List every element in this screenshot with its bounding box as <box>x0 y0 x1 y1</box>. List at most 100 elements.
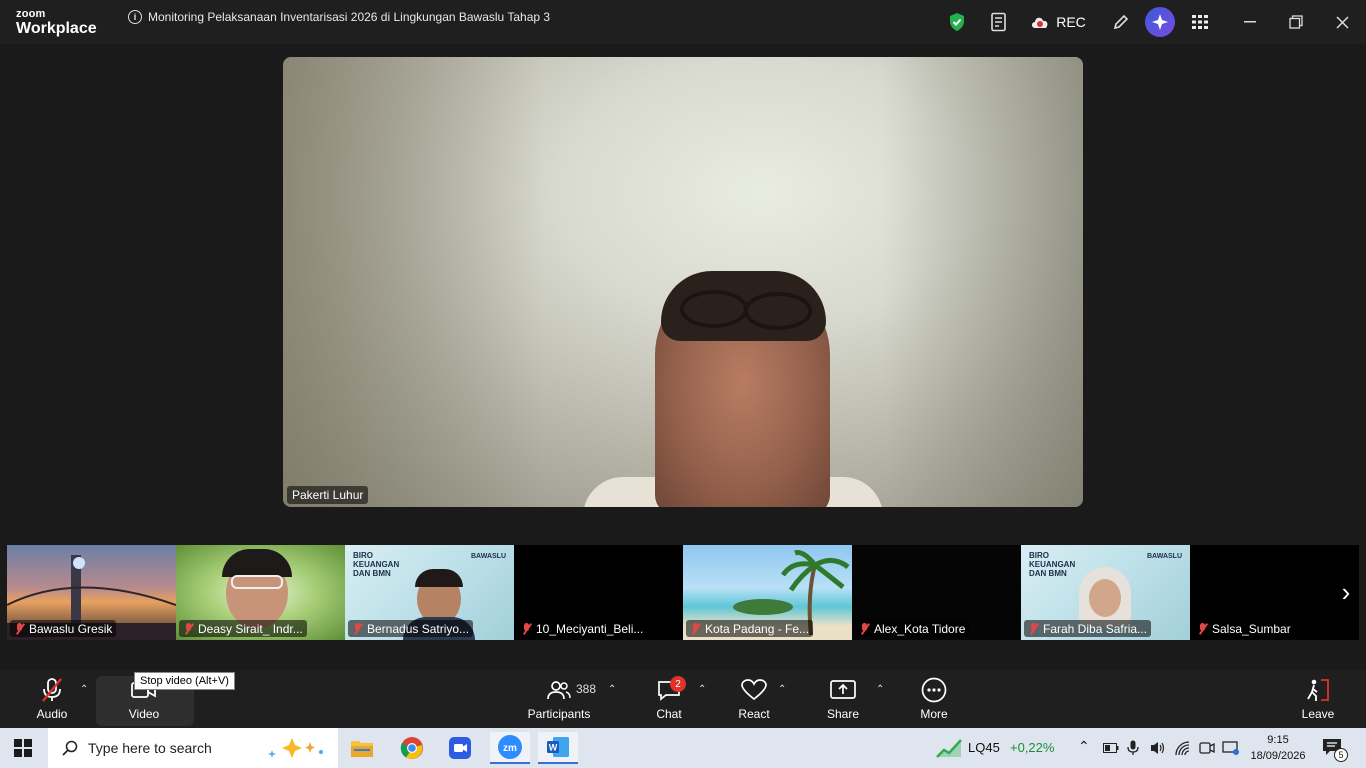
participant-name: Bernadus Satriyo... <box>367 621 470 636</box>
bawaslu-logo: BAWASLU <box>471 553 506 560</box>
participant-tile[interactable]: Bawaslu Gresik <box>7 545 176 640</box>
stock-name[interactable]: LQ45 <box>968 740 1000 755</box>
gallery-next-arrow-icon[interactable]: › <box>1333 545 1359 640</box>
participant-label: 10_Meciyanti_Beli... <box>517 620 648 637</box>
participant-hair <box>415 569 463 587</box>
participant-tile[interactable]: Deasy Sirait_ Indr... <box>176 545 345 640</box>
windows-start-icon[interactable] <box>14 739 32 757</box>
close-icon[interactable] <box>1330 0 1354 44</box>
clock-date: 18/09/2026 <box>1250 750 1306 762</box>
participant-tile[interactable]: Kota Padang - Fe... <box>683 545 852 640</box>
participant-name: Salsa_Sumbar <box>1212 621 1291 636</box>
leave-button[interactable]: Leave <box>1298 670 1338 728</box>
participant-tile[interactable]: BIRO KEUANGAN DAN BMN BAWASLU Bernadus Sat… <box>345 545 514 640</box>
chat-options-caret-icon[interactable]: ⌃ <box>698 684 706 695</box>
notification-center-icon[interactable]: 5 <box>1322 738 1348 762</box>
audio-button[interactable]: Audio <box>32 670 72 728</box>
active-speaker-video[interactable]: Pakerti Luhur <box>283 57 1083 507</box>
chat-label: Chat <box>656 707 682 721</box>
zoom-app-icon[interactable]: zm <box>490 732 530 764</box>
sparkle-icon <box>1145 7 1175 37</box>
security-shield-icon[interactable] <box>944 0 970 44</box>
more-dots-icon <box>920 676 948 704</box>
share-button[interactable]: Share <box>824 670 862 728</box>
record-cloud-button[interactable]: REC <box>1030 0 1086 44</box>
biro-keuangan-text: BIRO KEUANGAN DAN BMN <box>353 551 400 578</box>
meet-now-icon[interactable] <box>1199 740 1215 756</box>
share-options-caret-icon[interactable]: ⌃ <box>876 684 884 695</box>
display-settings-icon[interactable] <box>1222 740 1240 756</box>
participants-options-caret-icon[interactable]: ⌃ <box>608 684 616 695</box>
video-tooltip: Stop video (Alt+V) <box>134 672 235 690</box>
file-explorer-icon[interactable] <box>342 732 382 764</box>
participant-tile[interactable]: Salsa_Sumbar › <box>1190 545 1359 640</box>
taskbar-search-box[interactable]: Type here to search <box>48 728 338 768</box>
info-icon[interactable]: i <box>128 10 142 24</box>
participant-label: Bernadus Satriyo... <box>348 620 474 637</box>
participant-tile[interactable]: 10_Meciyanti_Beli... <box>514 545 683 640</box>
zoom-logo: zoom Workplace <box>16 9 97 37</box>
mic-muted-icon <box>859 622 870 635</box>
word-icon[interactable]: W <box>538 732 578 764</box>
participant-name: 10_Meciyanti_Beli... <box>536 621 644 636</box>
speaker-name-tag: Pakerti Luhur <box>287 486 369 504</box>
clock-time: 9:15 <box>1267 734 1289 746</box>
glasses-icon <box>231 575 283 589</box>
restore-icon[interactable] <box>1284 0 1308 44</box>
heart-icon <box>740 676 768 704</box>
logo-line1: zoom <box>16 8 46 20</box>
leave-door-icon <box>1304 676 1332 704</box>
mic-muted-icon <box>1028 622 1039 635</box>
participant-tile[interactable]: Alex_Kota Tidore <box>852 545 1021 640</box>
participant-name: Farah Diba Safria... <box>1043 621 1148 636</box>
search-icon <box>62 740 78 756</box>
participants-button[interactable]: Participants <box>524 670 594 728</box>
mic-muted-icon <box>38 676 66 704</box>
bawaslu-logo: BAWASLU <box>1147 553 1182 560</box>
search-highlight-sparkle-icon <box>268 738 323 758</box>
gallery-strip: Bawaslu Gresik Deasy Sirait_ Indr... BIR… <box>7 545 1359 640</box>
more-button[interactable]: More <box>914 670 954 728</box>
show-hidden-icons-chevron-icon[interactable]: ⌃ <box>1078 738 1090 755</box>
participant-label: Kota Padang - Fe... <box>686 620 814 637</box>
leave-label: Leave <box>1301 707 1335 721</box>
apps-grid-icon[interactable] <box>1188 0 1212 44</box>
react-options-caret-icon[interactable]: ⌃ <box>778 684 786 695</box>
participant-label: Bawaslu Gresik <box>10 620 117 637</box>
transcript-icon[interactable] <box>986 0 1012 44</box>
search-placeholder: Type here to search <box>88 740 212 756</box>
stock-chart-icon <box>936 739 962 758</box>
chrome-icon[interactable] <box>392 732 432 764</box>
volume-icon[interactable] <box>1150 740 1166 756</box>
mic-muted-icon <box>352 622 363 635</box>
taskbar-clock[interactable]: 9:15 18/09/2026 <box>1245 732 1311 764</box>
rec-label: REC <box>1056 14 1086 30</box>
react-button[interactable]: React <box>734 670 774 728</box>
mic-muted-icon <box>14 622 25 635</box>
ai-companion-button[interactable] <box>1144 0 1176 44</box>
zoom-meeting-icon[interactable] <box>440 732 480 764</box>
audio-label: Audio <box>36 707 68 721</box>
chat-button[interactable]: Chat 2 <box>650 670 688 728</box>
participant-label: Alex_Kota Tidore <box>855 620 970 637</box>
participant-tile[interactable]: BIRO KEUANGAN DAN BMN BAWASLU Farah Diba S… <box>1021 545 1190 640</box>
title-bar: zoom Workplace i Monitoring Pelaksanaan … <box>0 0 1366 44</box>
network-icon[interactable] <box>1174 740 1192 756</box>
battery-icon[interactable] <box>1103 742 1119 754</box>
background-blur <box>283 57 543 507</box>
participant-hair <box>222 549 292 577</box>
share-label: Share <box>826 707 860 721</box>
cloud-record-icon <box>1032 17 1048 28</box>
minimize-icon[interactable] <box>1238 0 1262 44</box>
mic-muted-icon <box>521 622 532 635</box>
video-label: Video <box>128 707 160 721</box>
participant-label: Farah Diba Safria... <box>1024 620 1152 637</box>
annotate-pen-icon[interactable] <box>1108 0 1134 44</box>
audio-options-caret-icon[interactable]: ⌃ <box>80 684 88 695</box>
participant-name: Alex_Kota Tidore <box>874 621 966 636</box>
logo-line2: Workplace <box>16 20 97 37</box>
microphone-icon[interactable] <box>1127 740 1139 756</box>
participants-count: 388 <box>576 682 597 696</box>
meeting-stage: Pakerti Luhur Bawaslu Gresik Deasy Sirai… <box>0 44 1366 670</box>
meeting-title[interactable]: i Monitoring Pelaksanaan Inventarisasi 2… <box>128 10 550 24</box>
